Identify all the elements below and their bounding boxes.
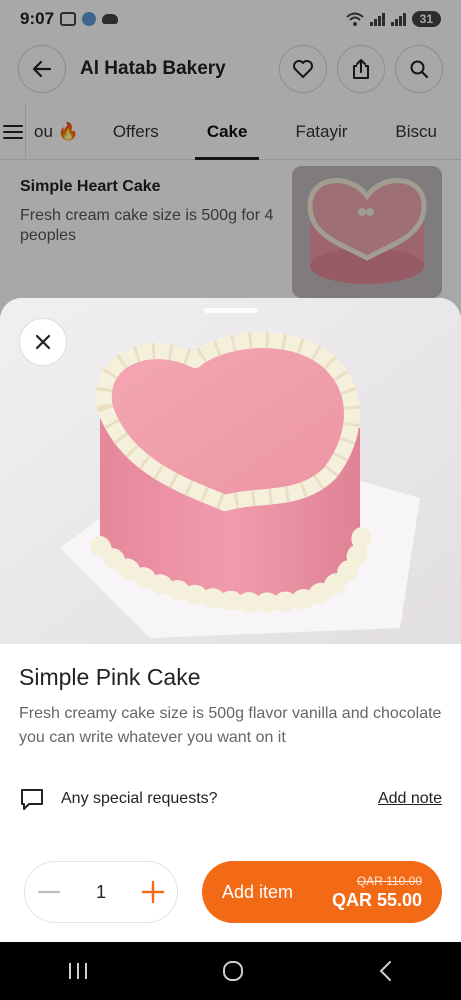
- system-nav-bar: [0, 942, 461, 1000]
- action-bar: 1 Add item QAR 110.00 QAR 55.00: [0, 852, 461, 942]
- quantity-value: 1: [95, 881, 106, 902]
- minus-icon[interactable]: [37, 880, 61, 904]
- home-icon[interactable]: [221, 959, 245, 983]
- product-image: [0, 298, 461, 644]
- back-nav-icon[interactable]: [376, 959, 396, 983]
- add-item-label: Add item: [222, 881, 294, 902]
- message-icon: [21, 789, 43, 810]
- close-button[interactable]: [19, 318, 67, 366]
- recent-apps-icon[interactable]: [66, 961, 90, 981]
- quantity-stepper: 1: [24, 861, 178, 923]
- old-price: QAR 110.00: [356, 873, 422, 888]
- product-title: Simple Pink Cake: [19, 664, 201, 690]
- special-requests-label: Any special requests?: [61, 790, 218, 807]
- product-description: Fresh creamy cake size is 500g flavor va…: [19, 705, 442, 746]
- new-price: QAR 55.00: [331, 889, 422, 910]
- plus-icon[interactable]: [141, 880, 165, 904]
- close-icon: [35, 334, 51, 350]
- product-sheet: Simple Pink Cake Fresh creamy cake size …: [0, 298, 461, 942]
- special-requests-row: Any special requests? Add note: [19, 784, 442, 814]
- add-item-button[interactable]: Add item QAR 110.00 QAR 55.00: [202, 861, 442, 923]
- add-note-link[interactable]: Add note: [378, 790, 442, 808]
- drag-handle[interactable]: [204, 308, 258, 313]
